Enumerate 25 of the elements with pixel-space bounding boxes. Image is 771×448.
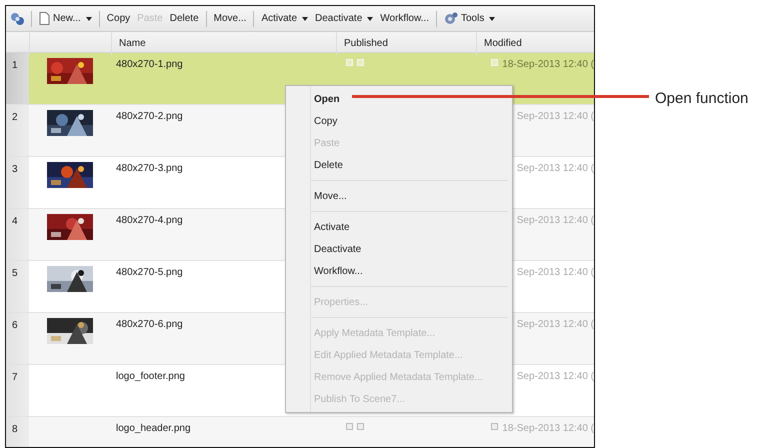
file-name: 480x270-2.png — [116, 111, 183, 122]
row-number: 8 — [12, 424, 18, 435]
row-number: 6 — [12, 320, 18, 331]
file-name: 480x270-6.png — [116, 319, 183, 330]
modified-date: Sep-2013 12:40 ( — [516, 370, 594, 384]
file-name: 480x270-3.png — [116, 163, 183, 174]
modified-date: 18-Sep-2013 12:40 ( — [502, 58, 594, 72]
file-name: logo_footer.png — [116, 371, 185, 382]
modified-date: Sep-2013 12:40 ( — [516, 162, 594, 176]
callout-label: Open function — [655, 89, 748, 109]
row-number: 5 — [12, 268, 18, 279]
modified-date: Sep-2013 12:40 ( — [516, 110, 594, 124]
modified-date: 18-Sep-2013 12:40 ( — [502, 422, 594, 436]
modified-date: Sep-2013 12:40 ( — [516, 214, 594, 228]
file-name: 480x270-4.png — [116, 215, 183, 226]
file-name: logo_header.png — [116, 423, 191, 434]
row-number: 1 — [12, 60, 18, 71]
modified-date: Sep-2013 12:40 ( — [516, 266, 594, 280]
file-name: 480x270-1.png — [116, 59, 183, 70]
row-number: 7 — [12, 372, 18, 383]
row-number: 4 — [12, 216, 18, 227]
row-number: 3 — [12, 164, 18, 175]
modified-date: Sep-2013 12:40 ( — [516, 318, 594, 332]
row-number: 2 — [12, 112, 18, 123]
file-name: 480x270-5.png — [116, 267, 183, 278]
